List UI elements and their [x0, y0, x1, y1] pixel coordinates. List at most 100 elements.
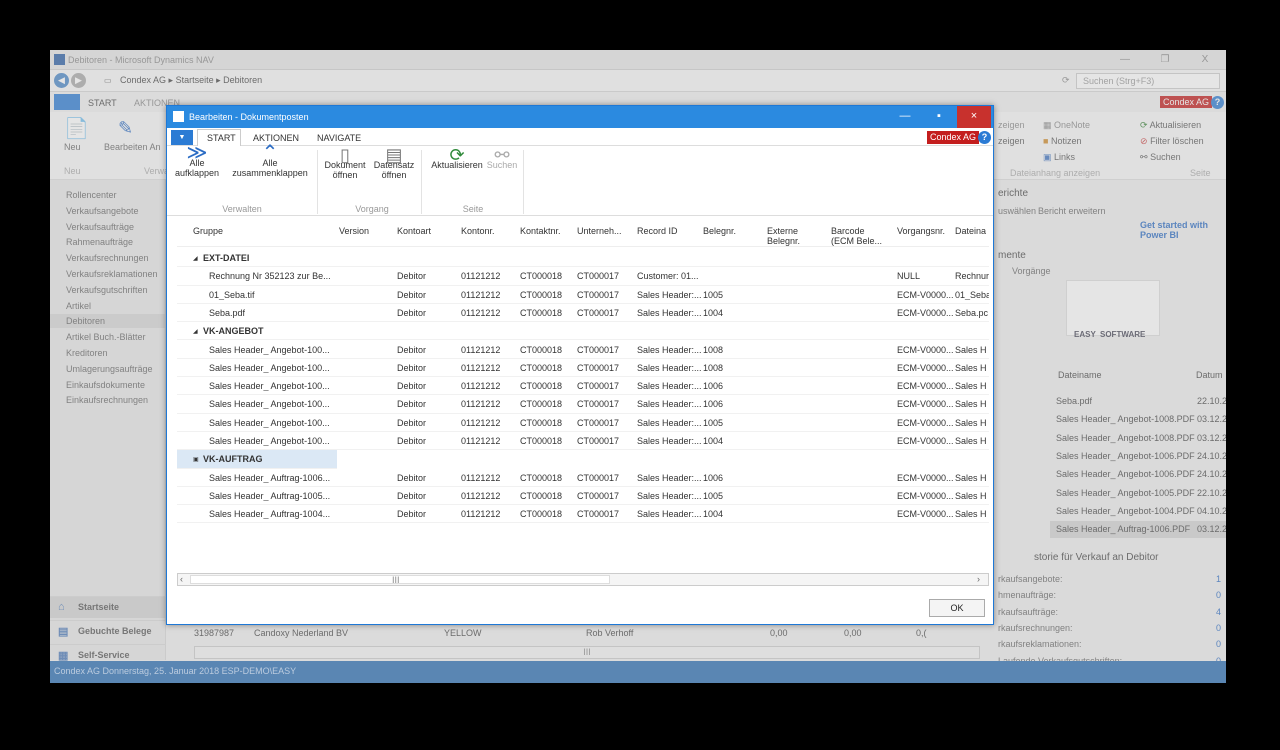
table-cell: ECM-V0000... — [897, 307, 954, 318]
table-cell: Sales H — [955, 362, 987, 373]
table-cell: Customer: 01... — [637, 271, 699, 282]
table-cell: NULL — [897, 271, 921, 282]
table-cell: 1008 — [703, 344, 724, 355]
table-cell: Sales Header_ Angebot-100... — [209, 362, 330, 373]
scrollbar-thumb[interactable] — [190, 575, 610, 584]
column-header[interactable]: Version — [339, 226, 369, 236]
table-cell: CT000018 — [520, 436, 563, 446]
table-cell: Sales H — [955, 381, 987, 392]
table-cell: Sales Header:... — [637, 289, 702, 300]
grid-horizontal-scrollbar[interactable]: ‹ III › — [177, 573, 989, 586]
table-cell: Debitor — [397, 307, 427, 318]
table-row[interactable]: Sales Header_ Angebot-100... Debitor 01121… — [177, 432, 989, 451]
table-cell: 1008 — [703, 362, 724, 373]
column-header[interactable]: Belegnr. — [703, 226, 736, 236]
table-cell: CT000018 — [520, 381, 563, 392]
table-row[interactable]: Sales Header_ Auftrag-1004... Debitor 0112… — [177, 505, 989, 524]
dialog-tab-navigate[interactable]: NAVIGATE — [317, 133, 361, 143]
table-cell: CT000017 — [577, 417, 620, 428]
group-row[interactable]: ◢ VK-ANGEBOT — [177, 322, 989, 341]
table-cell: Sales Header:... — [637, 509, 702, 520]
group-row[interactable]: ▣ VK-AUFTRAG — [177, 450, 337, 469]
group-row[interactable]: ◢ EXT-DATEI — [177, 249, 989, 268]
table-cell: Rechnur — [955, 271, 989, 282]
scroll-right-icon[interactable]: › — [977, 574, 980, 584]
column-header[interactable]: Unterneh... — [577, 226, 622, 236]
table-row[interactable]: Sales Header_ Angebot-100... Debitor 01121… — [177, 359, 989, 378]
refresh-icon: ⟳ — [449, 145, 465, 165]
open-record-button[interactable]: ▤ Datensatz öffnen — [371, 146, 417, 180]
ok-button[interactable]: OK — [929, 599, 985, 617]
column-header[interactable]: Kontoart — [397, 226, 431, 236]
table-cell: Debitor — [397, 289, 427, 300]
table-cell: 1004 — [703, 307, 724, 318]
table-cell: Sales Header:... — [637, 399, 702, 410]
scroll-left-icon[interactable]: ‹ — [180, 574, 183, 584]
dialog-help-icon[interactable]: ? — [978, 131, 991, 144]
table-row[interactable]: Seba.pdf Debitor 01121212 CT000018 CT000017 S… — [177, 304, 989, 323]
dialog-title-bar: Bearbeiten - Dokumentposten — ▪ × — [167, 106, 993, 128]
table-cell: 01121212 — [461, 362, 501, 373]
document-icon: ▯ — [340, 145, 350, 165]
table-cell: Sales H — [955, 436, 987, 446]
dialog-minimize-icon[interactable]: — — [889, 106, 921, 128]
dialog-find-button[interactable]: ⚯ Suchen — [485, 146, 519, 170]
document-entries-grid: Gruppe Version Kontoart Kontonr. Kontaktnr. U… — [177, 219, 989, 619]
dialog-refresh-button[interactable]: ⟳ Aktualisieren — [429, 145, 485, 170]
table-row[interactable]: 01_Seba.tif Debitor 01121212 CT000018 CT0000… — [177, 286, 989, 304]
table-cell: 1006 — [703, 381, 724, 392]
column-header[interactable]: Record ID — [637, 226, 678, 236]
column-header[interactable]: Kontaktnr. — [520, 226, 561, 236]
table-cell: CT000017 — [577, 344, 620, 355]
table-row[interactable]: Sales Header_ Angebot-100... Debitor 01121… — [177, 395, 989, 414]
column-header[interactable]: Gruppe — [193, 226, 223, 236]
table-cell: ECM-V0000... — [897, 509, 954, 520]
table-cell: 1006 — [703, 472, 724, 483]
column-header[interactable]: Kontonr. — [461, 226, 495, 236]
column-header[interactable]: Vorgangsnr. — [897, 226, 945, 236]
collapse-toggle-icon[interactable]: ◢ — [193, 328, 198, 335]
table-cell: 01121212 — [461, 271, 501, 282]
table-cell: ECM-V0000... — [897, 289, 954, 300]
table-row[interactable]: Sales Header_ Angebot-100... Debitor 01121… — [177, 377, 989, 396]
group-name: EXT-DATEI — [203, 253, 250, 263]
table-cell: 1004 — [703, 509, 724, 520]
table-cell: CT000017 — [577, 307, 620, 318]
group-name: VK-AUFTRAG — [203, 454, 263, 465]
ribbon-separator — [317, 150, 318, 214]
column-header[interactable]: Externe Belegnr. — [767, 226, 823, 246]
dialog-tab-start[interactable]: START — [207, 133, 236, 143]
table-row[interactable]: Rechnung Nr 352123 zur Be... Debitor 01121… — [177, 267, 989, 286]
table-row[interactable]: Sales Header_ Angebot-100... Debitor 01121… — [177, 414, 989, 432]
table-cell: 01121212 — [461, 381, 501, 392]
expand-all-button[interactable]: ≫ Alle aufklappen — [175, 142, 219, 178]
table-cell: Sales Header:... — [637, 472, 702, 483]
table-cell: CT000017 — [577, 271, 620, 282]
table-cell: ECM-V0000... — [897, 399, 954, 410]
table-row[interactable]: Sales Header_ Auftrag-1006... Debitor 0112… — [177, 469, 989, 487]
table-cell: CT000017 — [577, 289, 620, 300]
column-header[interactable]: Dateina — [955, 226, 986, 236]
table-cell: Sales H — [955, 344, 987, 355]
table-row[interactable]: Sales Header_ Angebot-100... Debitor 01121… — [177, 341, 989, 359]
collapse-toggle-icon[interactable]: ▣ — [193, 456, 199, 463]
table-cell: 01121212 — [461, 289, 501, 300]
table-cell: Sales Header_ Auftrag-1004... — [209, 509, 331, 520]
group-vorgang: Vorgang — [355, 204, 389, 214]
collapse-all-button[interactable]: ⌃ Alle zusammenklappen — [229, 143, 311, 178]
open-document-button[interactable]: ▯ Dokument öffnen — [321, 145, 369, 180]
table-cell: Sales Header:... — [637, 362, 702, 373]
table-cell: CT000018 — [520, 271, 563, 282]
table-cell: 01121212 — [461, 509, 501, 520]
table-cell: Debitor — [397, 417, 427, 428]
table-cell: Sales Header:... — [637, 344, 702, 355]
double-chevron-down-icon: ≫ — [186, 142, 208, 164]
dialog-close-icon[interactable]: × — [957, 106, 991, 128]
dialog-maximize-icon[interactable]: ▪ — [923, 106, 955, 128]
table-cell: Debitor — [397, 509, 427, 520]
table-cell: Debitor — [397, 381, 427, 392]
collapse-toggle-icon[interactable]: ◢ — [193, 255, 198, 262]
column-header[interactable]: Barcode (ECM Bele... — [831, 226, 887, 246]
open-document-label-2: öffnen — [332, 170, 358, 180]
table-row[interactable]: Sales Header_ Auftrag-1005... Debitor 0112… — [177, 487, 989, 506]
